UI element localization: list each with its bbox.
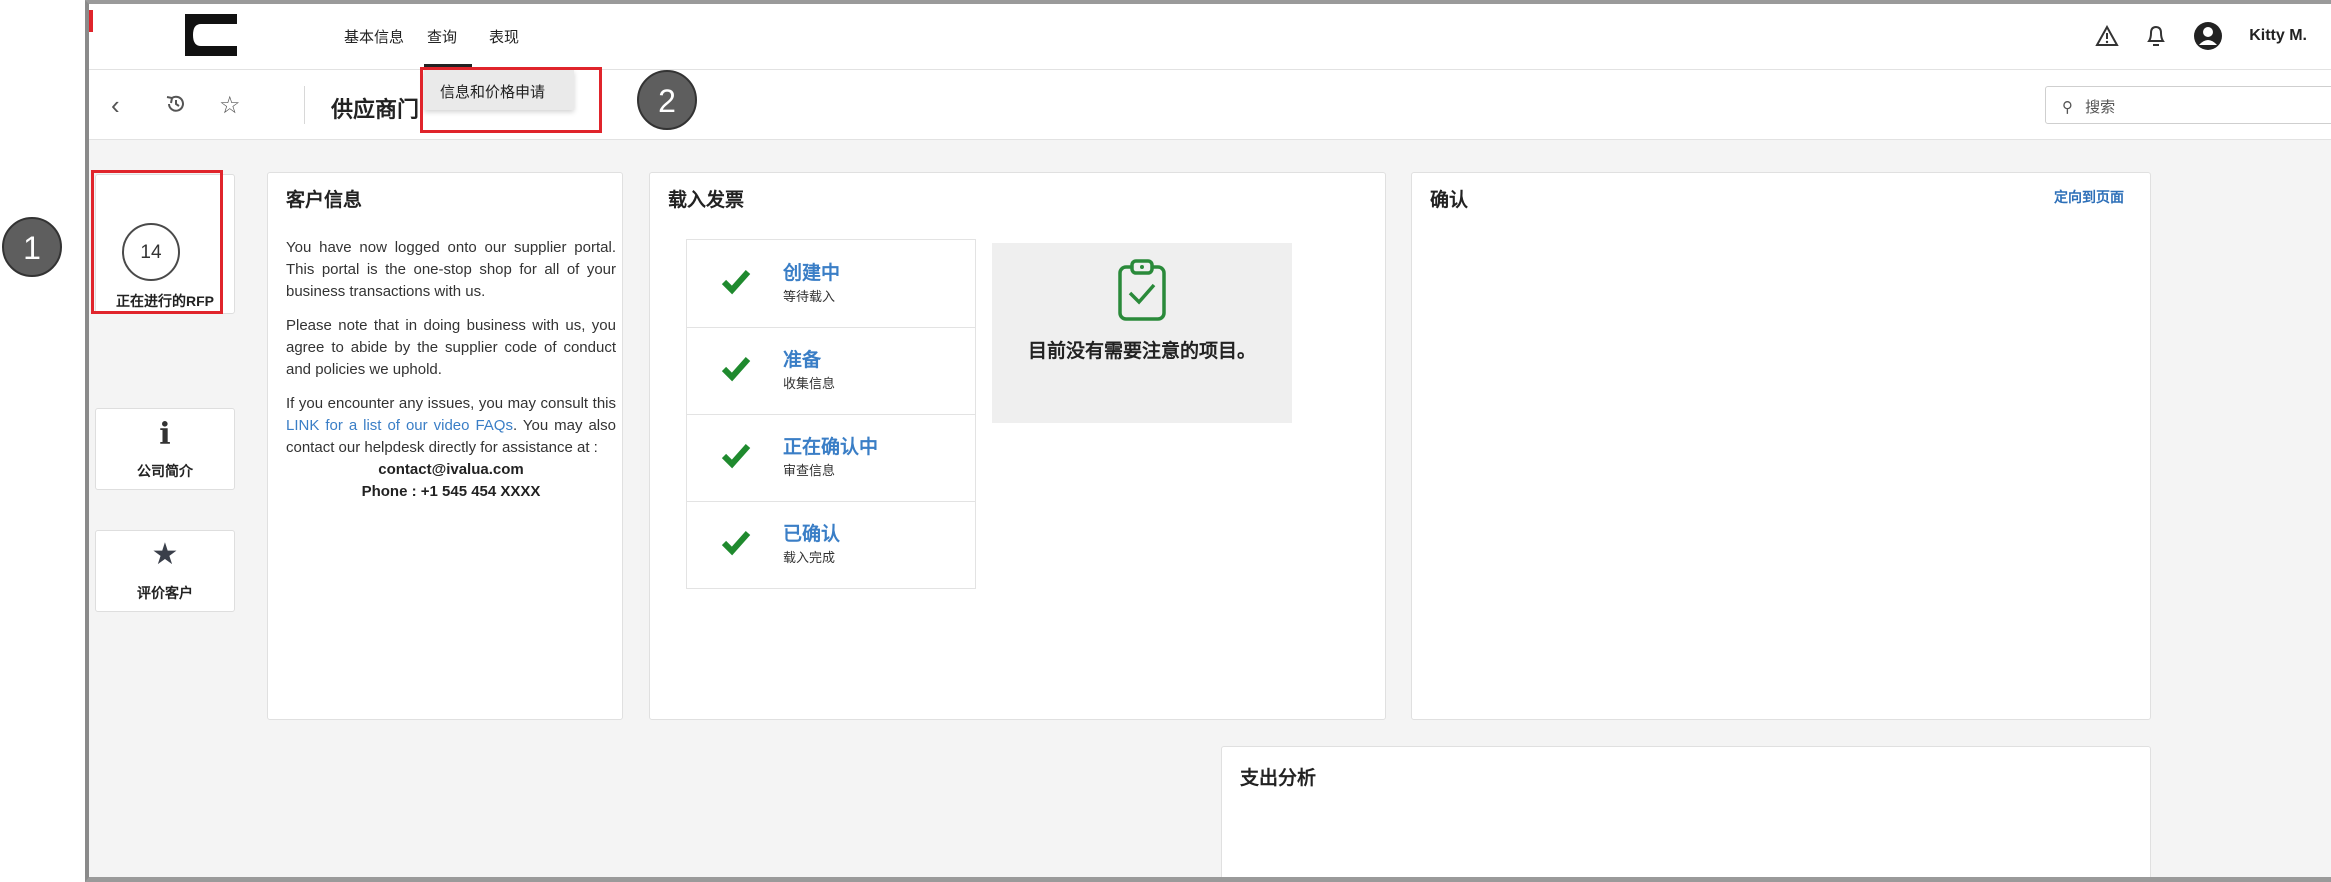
top-nav-bar: Cummins 基本信息 查询 表现 Kitty M. [89, 4, 2331, 70]
search-icon: ⚲ [2062, 99, 2073, 116]
page-title: 供应商门 [331, 97, 420, 122]
contact-phone: Phone : +1 545 454 XXXX [361, 483, 541, 500]
back-icon[interactable]: ‹ [111, 90, 120, 121]
step-preparing[interactable]: 准备 收集信息 [687, 327, 975, 415]
empty-notice-text: 目前没有需要注意的项目。 [1027, 341, 1256, 362]
faq-link[interactable]: LINK for a list of our video FAQs [286, 417, 513, 434]
info-icon: i [159, 417, 171, 452]
nav-basic-info[interactable]: 基本信息 [344, 26, 404, 47]
panel-title: 载入发票 [668, 190, 745, 211]
empty-notice: 目前没有需要注意的项目。 [992, 243, 1292, 423]
search-placeholder: 搜索 [2085, 99, 2116, 116]
info-text: If you encounter any issues, you may con… [286, 395, 616, 412]
bell-icon[interactable] [2145, 24, 2167, 48]
step-sub: 审查信息 [783, 463, 836, 478]
sidebar-company-card[interactable]: i 公司简介 [95, 408, 235, 490]
callout-highlight-2 [420, 67, 602, 133]
step-name: 创建中 [783, 263, 841, 284]
check-icon [721, 270, 751, 295]
panel-title: 支出分析 [1240, 768, 1317, 789]
info-paragraph: If you encounter any issues, you may con… [286, 393, 616, 459]
invoice-steps: 创建中 等待载入 准备 收集信息 正在确认中 审查信息 已确认 载入完成 [686, 239, 976, 589]
sidebar-rate-card[interactable]: ★ 评价客户 [95, 530, 235, 612]
user-avatar-icon[interactable] [2193, 21, 2223, 51]
invoice-panel: 载入发票 创建中 等待载入 准备 收集信息 正在确认中 审查信息 已确认 载入完… [649, 172, 1386, 720]
step-name: 正在确认中 [783, 437, 879, 458]
cummins-logo[interactable]: Cummins [179, 10, 243, 60]
go-to-page-link[interactable]: 定向到页面 [2054, 187, 2124, 207]
step-name: 已确认 [783, 524, 841, 545]
step-confirming[interactable]: 正在确认中 审查信息 [687, 414, 975, 502]
check-icon [721, 531, 751, 556]
user-name[interactable]: Kitty M. [2249, 27, 2307, 45]
company-label: 公司简介 [137, 463, 193, 479]
panel-title: 客户信息 [286, 190, 363, 211]
check-icon [721, 444, 751, 469]
panel-title: 确认 [1430, 190, 1469, 211]
step-creating[interactable]: 创建中 等待载入 [687, 240, 975, 328]
nav-query[interactable]: 查询 [427, 26, 457, 47]
step-sub: 等待载入 [783, 289, 836, 304]
check-icon [721, 357, 751, 382]
rate-label: 评价客户 [137, 585, 193, 601]
toolbar-divider [304, 86, 305, 124]
callout-badge-2: 2 [637, 70, 697, 130]
contact-email[interactable]: contact@ivalua.com [286, 459, 616, 481]
star-outline-icon[interactable]: ☆ [219, 91, 241, 120]
accent-mark [89, 10, 93, 32]
callout-highlight-1 [91, 170, 223, 314]
info-paragraph: Please note that in doing business with … [286, 317, 616, 378]
app-window: Cummins 基本信息 查询 表现 Kitty M. ‹ ☆ 供应商门 ⚲ 搜… [85, 0, 2331, 882]
step-confirmed[interactable]: 已确认 载入完成 [687, 501, 975, 588]
nav-performance[interactable]: 表现 [489, 26, 519, 47]
callout-badge-1: 1 [2, 217, 62, 277]
step-name: 准备 [783, 350, 822, 371]
confirm-panel: 确认 定向到页面 [1411, 172, 2151, 720]
customer-info-text: You have now logged onto our supplier po… [286, 237, 616, 503]
clipboard-check-icon [1118, 259, 1166, 321]
spend-analysis-panel: 支出分析 [1221, 746, 2151, 877]
history-icon[interactable] [164, 92, 188, 116]
warning-icon[interactable] [2095, 25, 2119, 47]
step-sub: 收集信息 [783, 376, 836, 391]
header-actions: Kitty M. [2095, 16, 2307, 56]
customer-info-panel: 客户信息 You have now logged onto our suppli… [267, 172, 623, 720]
step-sub: 载入完成 [783, 550, 836, 565]
search-input[interactable]: ⚲ 搜索 [2045, 86, 2331, 124]
info-paragraph: You have now logged onto our supplier po… [286, 239, 616, 300]
star-icon: ★ [151, 538, 179, 571]
